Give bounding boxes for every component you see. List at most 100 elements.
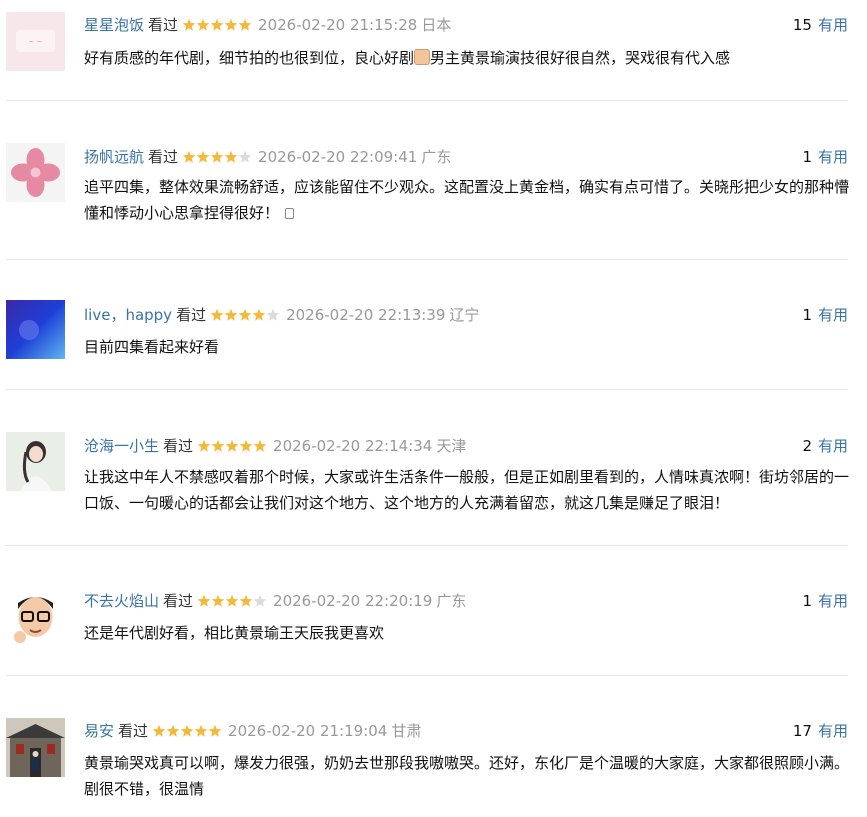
watch-status: 看过 [163, 592, 194, 610]
star-filled-icon [196, 150, 210, 163]
star-filled-icon [238, 18, 252, 31]
star-filled-icon [211, 594, 225, 607]
divider [6, 675, 848, 676]
rating-stars-svg [197, 439, 267, 452]
vote-area: 1 有用 [802, 590, 848, 612]
vote-area: 1 有用 [802, 304, 848, 326]
comment-meta: 不去火焰山 看过 2026-02-20 22:20:19 广东 [84, 590, 466, 612]
star-filled-icon [182, 150, 196, 163]
username-link[interactable]: 沧海一小生 [84, 437, 159, 455]
rating-stars [197, 439, 267, 453]
star-filled-icon [211, 439, 225, 452]
star-filled-icon [225, 594, 239, 607]
divider [6, 100, 848, 101]
useful-button[interactable]: 有用 [818, 148, 848, 166]
document-icon [285, 208, 295, 219]
useful-button[interactable]: 有用 [818, 306, 848, 324]
comment-meta: 沧海一小生 看过 2026-02-20 22:14:34 天津 [84, 435, 466, 457]
star-filled-icon [210, 18, 224, 31]
useful-button[interactable]: 有用 [818, 437, 848, 455]
star-filled-icon [239, 594, 253, 607]
username-link[interactable]: 星星泡饭 [84, 16, 144, 34]
comment-time: 2026-02-20 22:20:19 [273, 592, 433, 610]
rating-stars-svg [182, 150, 252, 163]
star-filled-icon [210, 308, 224, 321]
divider [6, 389, 848, 390]
comment-time: 2026-02-20 22:13:39 [286, 306, 446, 324]
avatar[interactable] [6, 300, 65, 359]
vote-count: 15 [792, 16, 812, 34]
comment-meta: 易安 看过 2026-02-20 21:19:04 甘肃 [84, 720, 421, 742]
comment-time: 2026-02-20 22:09:41 [258, 148, 418, 166]
divider [6, 259, 848, 260]
rating-stars-svg [152, 724, 222, 737]
avatar[interactable] [6, 432, 65, 491]
rating-stars [210, 308, 280, 322]
avatar[interactable]: ~ ~ [6, 12, 65, 71]
vote-area: 15 有用 [793, 14, 848, 36]
comment-text: 黄景瑜哭戏真可以啊，爆发力很强，奶奶去世那段我嗷嗷哭。还好，东化厂是个温暖的大家… [84, 750, 850, 802]
rating-stars [182, 150, 252, 164]
comment-location: 甘肃 [391, 722, 422, 740]
username-link[interactable]: 扬帆远航 [84, 148, 144, 166]
comment-text-part: 黄景瑜哭戏真可以啊，爆发力很强，奶奶去世那段我嗷嗷哭。还好，东化厂是个温暖的大家… [84, 754, 850, 798]
vote-area: 2 有用 [802, 435, 848, 457]
comment-time: 2026-02-20 21:15:28 [258, 16, 418, 34]
star-filled-icon [197, 439, 211, 452]
comment-text: 还是年代剧好看，相比黄景瑜王天辰我更喜欢 [84, 620, 850, 646]
comment-text-part: 让我这中年人不禁感叹着那个时候，大家或许生活条件一般般，但是正如剧里看到的，人情… [84, 468, 850, 512]
useful-button[interactable]: 有用 [818, 16, 848, 34]
rating-stars [197, 594, 267, 608]
username-link[interactable]: live，happy [84, 306, 172, 324]
comment-time: 2026-02-20 21:19:04 [228, 722, 388, 740]
vote-count: 17 [792, 722, 812, 740]
comment-text-part: 追平四集，整体效果流畅舒适，应该能留住不少观众。这配置没上黄金档，确实有点可惜了… [84, 178, 850, 222]
comment-meta: 星星泡饭 看过 2026-02-20 21:15:28 日本 [84, 14, 451, 36]
rating-stars [182, 18, 252, 32]
comment-meta: live，happy 看过 2026-02-20 22:13:39 辽宁 [84, 304, 479, 326]
star-filled-icon [196, 18, 210, 31]
star-filled-icon [224, 308, 238, 321]
username-link[interactable]: 易安 [84, 722, 114, 740]
comment-text: 追平四集，整体效果流畅舒适，应该能留住不少观众。这配置没上黄金档，确实有点可惜了… [84, 174, 850, 226]
star-empty-icon [238, 150, 252, 163]
divider [6, 545, 848, 546]
comment-text-part: 还是年代剧好看，相比黄景瑜王天辰我更喜欢 [84, 624, 385, 642]
star-filled-icon [197, 594, 211, 607]
username-link[interactable]: 不去火焰山 [84, 592, 159, 610]
comment-text-part: 男主黄景瑜演技很好很自然，哭戏很有代入感 [430, 49, 731, 67]
vote-count: 2 [802, 437, 812, 455]
comment-time: 2026-02-20 22:14:34 [273, 437, 433, 455]
star-filled-icon [194, 724, 208, 737]
avatar[interactable] [6, 587, 65, 646]
watch-status: 看过 [176, 306, 207, 324]
star-filled-icon [238, 308, 252, 321]
comment-location: 辽宁 [449, 306, 480, 324]
svg-text:~ ~: ~ ~ [29, 38, 43, 46]
rating-stars-svg [182, 18, 252, 31]
star-filled-icon [180, 724, 194, 737]
star-empty-icon [253, 594, 267, 607]
star-empty-icon [266, 308, 280, 321]
rating-stars [152, 724, 222, 738]
comment-meta: 扬帆远航 看过 2026-02-20 22:09:41 广东 [84, 146, 451, 168]
comment-text-part: 目前四集看起来好看 [84, 338, 220, 356]
star-filled-icon [166, 724, 180, 737]
useful-button[interactable]: 有用 [818, 592, 848, 610]
rating-stars-svg [197, 594, 267, 607]
avatar[interactable] [6, 718, 65, 777]
vote-area: 1 有用 [802, 146, 848, 168]
thumbs-up-emoji-icon [414, 49, 431, 65]
vote-area: 17 有用 [793, 720, 848, 742]
avatar[interactable] [6, 143, 65, 202]
vote-count: 1 [802, 148, 812, 166]
star-filled-icon [253, 439, 267, 452]
comment-text: 目前四集看起来好看 [84, 334, 850, 360]
rating-stars-svg [210, 308, 280, 321]
comment-text-part: 好有质感的年代剧，细节拍的也很到位，良心好剧 [84, 49, 415, 67]
comment-text: 好有质感的年代剧，细节拍的也很到位，良心好剧 男主黄景瑜演技很好很自然，哭戏很有代… [84, 45, 850, 71]
star-filled-icon [208, 724, 222, 737]
useful-button[interactable]: 有用 [818, 722, 848, 740]
vote-count: 1 [802, 306, 812, 324]
comment-location: 天津 [436, 437, 467, 455]
